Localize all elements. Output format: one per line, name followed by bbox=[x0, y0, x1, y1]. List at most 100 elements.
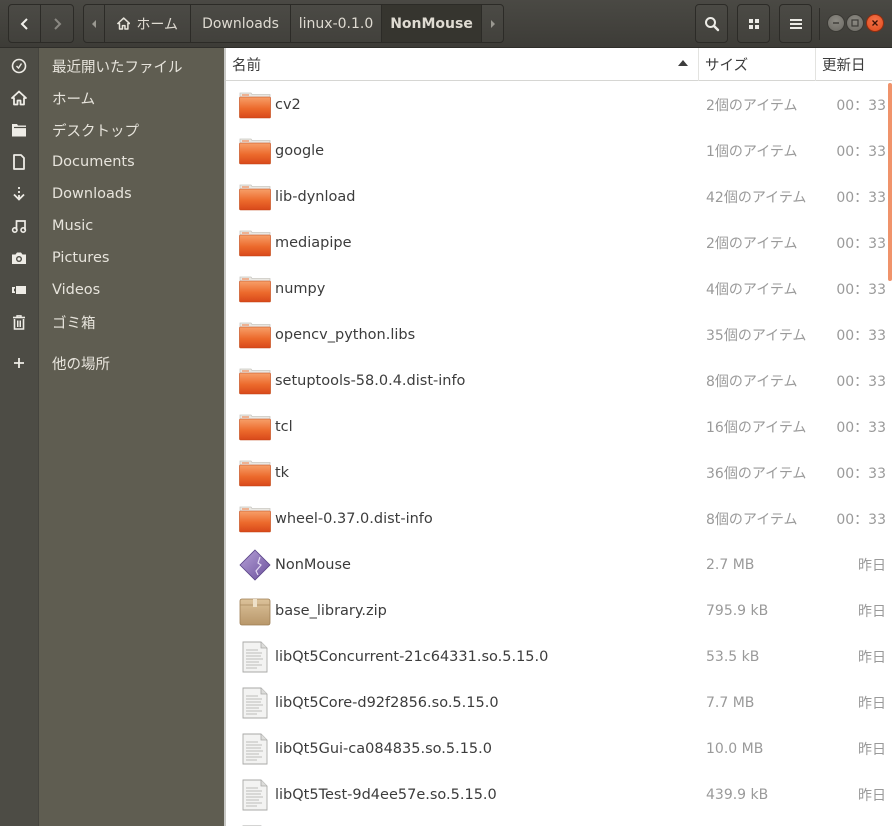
path-scroll-left-button[interactable] bbox=[84, 5, 106, 42]
file-row[interactable]: numpy 4個のアイテム 00：33 bbox=[226, 266, 892, 312]
sidebar-item-desktop[interactable]: デスクトップ bbox=[0, 114, 224, 146]
view-toggle-button[interactable] bbox=[737, 4, 770, 43]
file-modified: 00：33 bbox=[836, 98, 886, 114]
close-button[interactable] bbox=[866, 14, 884, 32]
sidebar-item-videos[interactable]: Videos bbox=[0, 274, 224, 306]
menu-button[interactable] bbox=[779, 4, 812, 43]
breadcrumb-current[interactable]: NonMouse bbox=[382, 5, 483, 42]
sidebar-item-label: Downloads bbox=[52, 186, 132, 202]
maximize-button[interactable] bbox=[846, 14, 864, 32]
file-name: base_library.zip bbox=[275, 603, 387, 619]
back-button[interactable] bbox=[9, 5, 42, 42]
file-row[interactable]: libQt5Core-d92f2856.so.5.15.0 7.7 MB 昨日 bbox=[226, 680, 892, 726]
chevron-right-icon bbox=[54, 17, 62, 30]
column-header-label: 更新日 bbox=[822, 58, 866, 74]
breadcrumb-home[interactable]: ホーム bbox=[105, 5, 192, 42]
sidebar-item-trash[interactable]: ゴミ箱 bbox=[0, 306, 224, 338]
file-name: libQt5Concurrent-21c64331.so.5.15.0 bbox=[275, 649, 549, 665]
sidebar-item-home[interactable]: ホーム bbox=[0, 82, 224, 114]
sidebar-item-label: 最近開いたファイル bbox=[52, 59, 183, 76]
trash-icon bbox=[9, 312, 29, 332]
file-row[interactable]: tcl 16個のアイテム 00：33 bbox=[226, 404, 892, 450]
folder-icon bbox=[239, 89, 271, 121]
sidebar-item-other-locations[interactable]: 他の場所 bbox=[0, 347, 224, 379]
scrollbar[interactable] bbox=[888, 83, 892, 281]
file-size: 8個のアイテム bbox=[706, 512, 798, 528]
file-row[interactable]: lib-dynload 42個のアイテム 00：33 bbox=[226, 174, 892, 220]
hamburger-menu-icon bbox=[789, 18, 802, 29]
breadcrumb-linux[interactable]: linux-0.1.0 bbox=[291, 5, 383, 42]
file-name: opencv_python.libs bbox=[275, 327, 416, 343]
minimize-button[interactable] bbox=[827, 14, 845, 32]
file-size: 7.7 MB bbox=[706, 695, 755, 711]
file-row[interactable]: tk 36個のアイテム 00：33 bbox=[226, 450, 892, 496]
file-row[interactable]: libQt5Test-9d4ee57e.so.5.15.0 439.9 kB 昨日 bbox=[226, 772, 892, 818]
file-modified: 00：33 bbox=[836, 466, 886, 482]
text-file-icon bbox=[239, 687, 271, 719]
file-row[interactable]: wheel-0.37.0.dist-info 8個のアイテム 00：33 bbox=[226, 496, 892, 542]
file-name: tk bbox=[275, 465, 290, 481]
folder-icon bbox=[239, 411, 271, 443]
home-icon bbox=[9, 88, 29, 108]
file-size: 35個のアイテム bbox=[706, 328, 807, 344]
breadcrumb-downloads[interactable]: Downloads bbox=[191, 5, 292, 42]
file-row[interactable]: setuptools-58.0.4.dist-info 8個のアイテム 00：33 bbox=[226, 358, 892, 404]
file-size: 2個のアイテム bbox=[706, 98, 798, 114]
close-icon bbox=[872, 20, 878, 26]
forward-button[interactable] bbox=[41, 5, 73, 42]
file-size: 1個のアイテム bbox=[706, 144, 798, 160]
file-size: 8個のアイテム bbox=[706, 374, 798, 390]
search-icon bbox=[704, 16, 719, 31]
file-row[interactable]: libQt5Gui-ca084835.so.5.15.0 10.0 MB 昨日 bbox=[226, 726, 892, 772]
file-modified: 00：33 bbox=[836, 374, 886, 390]
sidebar-item-documents[interactable]: Documents bbox=[0, 146, 224, 178]
document-icon bbox=[9, 152, 29, 172]
home-icon bbox=[117, 17, 131, 30]
file-row[interactable]: libQt5Concurrent-21c64331.so.5.15.0 53.5 … bbox=[226, 634, 892, 680]
file-name: mediapipe bbox=[275, 235, 352, 251]
file-name: wheel-0.37.0.dist-info bbox=[275, 511, 433, 527]
file-row[interactable]: google 1個のアイテム 00：33 bbox=[226, 128, 892, 174]
file-size: 2個のアイテム bbox=[706, 236, 798, 252]
sidebar-item-music[interactable]: Music bbox=[0, 210, 224, 242]
file-name: google bbox=[275, 143, 325, 159]
file-name: NonMouse bbox=[275, 557, 351, 573]
search-button[interactable] bbox=[695, 4, 728, 43]
column-header-modified[interactable]: 更新日 bbox=[816, 48, 892, 81]
folder-icon bbox=[239, 503, 271, 535]
file-name: lib-dynload bbox=[275, 189, 356, 205]
folder-icon bbox=[239, 135, 271, 167]
file-size: 2.7 MB bbox=[706, 557, 755, 573]
file-row[interactable]: cv2 2個のアイテム 00：33 bbox=[226, 82, 892, 128]
sidebar-item-pictures[interactable]: Pictures bbox=[0, 242, 224, 274]
minimize-icon bbox=[833, 22, 839, 24]
folder-icon bbox=[9, 120, 29, 140]
file-name: tcl bbox=[275, 419, 293, 435]
file-row[interactable]: opencv_python.libs 35個のアイテム 00：33 bbox=[226, 312, 892, 358]
file-modified: 00：33 bbox=[836, 328, 886, 344]
folder-icon bbox=[239, 227, 271, 259]
file-name: numpy bbox=[275, 281, 326, 297]
file-modified: 00：33 bbox=[836, 282, 886, 298]
sort-ascending-icon bbox=[678, 60, 688, 66]
sidebar-item-label: デスクトップ bbox=[52, 123, 139, 140]
column-header-label: サイズ bbox=[705, 58, 749, 74]
column-header-label: 名前 bbox=[232, 58, 261, 74]
file-row[interactable]: NonMouse 2.7 MB 昨日 bbox=[226, 542, 892, 588]
file-row[interactable] bbox=[226, 818, 892, 826]
breadcrumb-label: ホーム bbox=[136, 16, 179, 33]
sidebar-item-label: ホーム bbox=[52, 91, 96, 108]
file-row[interactable]: base_library.zip 795.9 kB 昨日 bbox=[226, 588, 892, 634]
plus-icon bbox=[9, 353, 29, 373]
text-file-icon bbox=[239, 779, 271, 811]
file-modified: 昨日 bbox=[858, 742, 886, 758]
sidebar-item-recent[interactable]: 最近開いたファイル bbox=[0, 50, 224, 82]
path-scroll-right-button[interactable] bbox=[482, 5, 503, 42]
breadcrumb-label: linux-0.1.0 bbox=[298, 15, 374, 32]
sidebar-item-downloads[interactable]: Downloads bbox=[0, 178, 224, 210]
file-row[interactable]: mediapipe 2個のアイテム 00：33 bbox=[226, 220, 892, 266]
file-modified: 00：33 bbox=[836, 512, 886, 528]
column-header-name[interactable]: 名前 bbox=[226, 48, 699, 81]
file-name: cv2 bbox=[275, 97, 301, 113]
column-header-size[interactable]: サイズ bbox=[699, 48, 816, 81]
